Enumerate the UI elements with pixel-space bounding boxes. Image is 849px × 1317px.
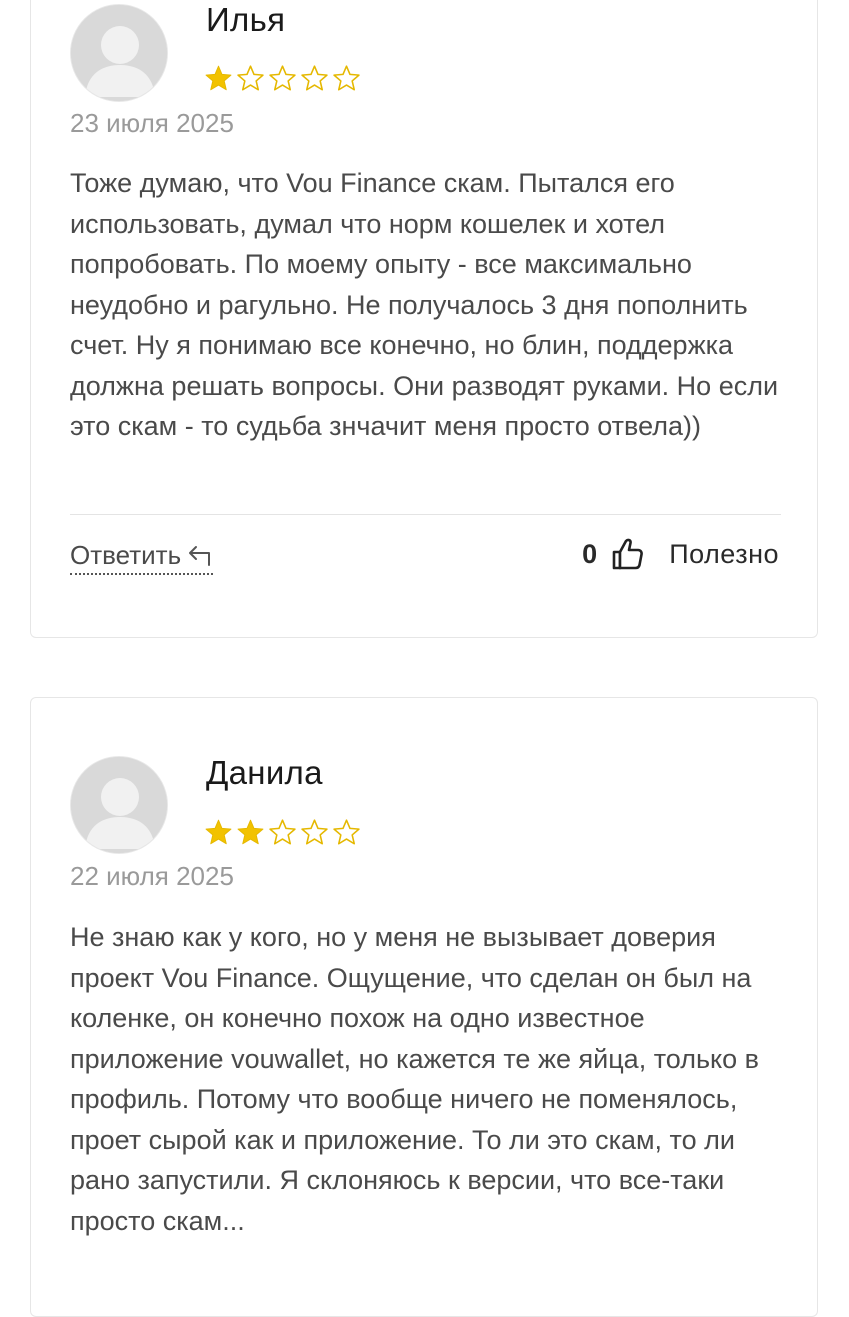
helpful-button[interactable]: Полезно [669,539,779,570]
star-empty-icon [237,65,264,91]
divider [70,514,781,515]
star-empty-icon [301,819,328,845]
user-placeholder-icon [71,757,167,853]
rating-stars [204,818,361,847]
star-empty-icon [269,819,296,845]
reviewer-name: Данила [206,754,323,791]
user-placeholder-icon [71,5,167,101]
review-text: Не знаю как у кого, но у меня не вызывае… [70,922,759,1236]
reply-button[interactable]: Ответить [70,540,214,575]
avatar [70,756,168,854]
review-card: Данила 22 июля 2025 Не знаю как у кого, … [30,697,818,1317]
star-filled-icon [205,65,232,91]
reply-arrow-icon [189,545,211,566]
helpful-block: 0 Полезно [582,537,779,571]
review-date: 22 июля 2025 [70,861,234,891]
review-text: Тоже думаю, что Vou Finance скам. Пыталс… [70,168,779,441]
star-empty-icon [333,819,360,845]
thumbs-up-icon[interactable] [611,537,644,571]
helpful-count: 0 [582,538,598,569]
review-card: Илья 23 июля 2025 Тоже думаю, что Vou Fi… [30,0,818,638]
star-filled-icon [237,819,264,845]
reply-label: Ответить [70,540,182,570]
star-empty-icon [301,65,328,91]
star-empty-icon [269,65,296,91]
reviewer-name: Илья [206,1,286,38]
review-date: 23 июля 2025 [70,108,234,138]
star-empty-icon [333,65,360,91]
avatar [70,4,168,102]
rating-stars [204,64,361,93]
star-filled-icon [205,819,232,845]
